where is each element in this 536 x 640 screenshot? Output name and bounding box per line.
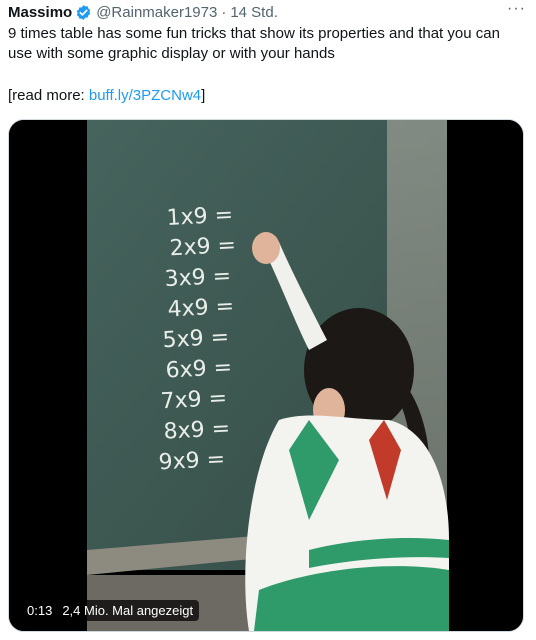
video-view-count: 2,4 Mio. Mal angezeigt <box>62 603 194 618</box>
chalk-line: 7x9 = <box>160 386 228 414</box>
timestamp[interactable]: 14 Std. <box>230 4 278 21</box>
chalk-line: 1x9 = <box>166 203 234 231</box>
video-frame: 1x9 =2x9 = 3x9 =4x9 = 5x9 =6x9 = 7x9 =8x9 =… <box>9 120 523 631</box>
chalk-line: 8x9 = <box>163 416 231 444</box>
author-name[interactable]: Massimo <box>8 4 72 21</box>
author-handle[interactable]: @Rainmaker1973 <box>96 4 217 21</box>
tweet-text: 9 times table has some fun tricks that s… <box>8 25 500 62</box>
chalk-line: 6x9 = <box>165 355 233 383</box>
chalk-line: 9x9 = <box>158 447 226 475</box>
more-options-icon[interactable]: ··· <box>507 0 526 18</box>
read-more-link[interactable]: buff.ly/3PZCNw4 <box>89 87 201 104</box>
tweet-header: Massimo @Rainmaker1973 · 14 Std. ··· <box>8 0 526 22</box>
verified-badge-icon[interactable] <box>75 4 92 21</box>
video-overlay: 0:13 2,4 Mio. Mal angezeigt <box>21 600 200 621</box>
video-player[interactable]: 1x9 = 2x9 = 3x9 = 4x9 = 5x9 = 6x9 = 7x9 = 8x9 =… <box>8 119 524 632</box>
read-more-suffix: ] <box>201 87 206 104</box>
chalk-line: 3x9 = <box>164 264 232 292</box>
chalk-line: 4x9 = <box>167 294 235 322</box>
video-elapsed-time: 0:13 <box>27 603 53 618</box>
girl-hand <box>252 232 280 264</box>
read-more-prefix: [read more: <box>8 87 89 104</box>
chalk-line: 2x9 = <box>169 233 237 261</box>
chalk-writing: 1x9 =2x9 = 3x9 =4x9 = 5x9 =6x9 = 7x9 =8x9 =… <box>158 203 237 476</box>
read-more-line: [read more: buff.ly/3PZCNw4] <box>8 86 205 106</box>
chalk-line: 5x9 = <box>162 325 230 353</box>
separator-dot: · <box>221 3 227 21</box>
